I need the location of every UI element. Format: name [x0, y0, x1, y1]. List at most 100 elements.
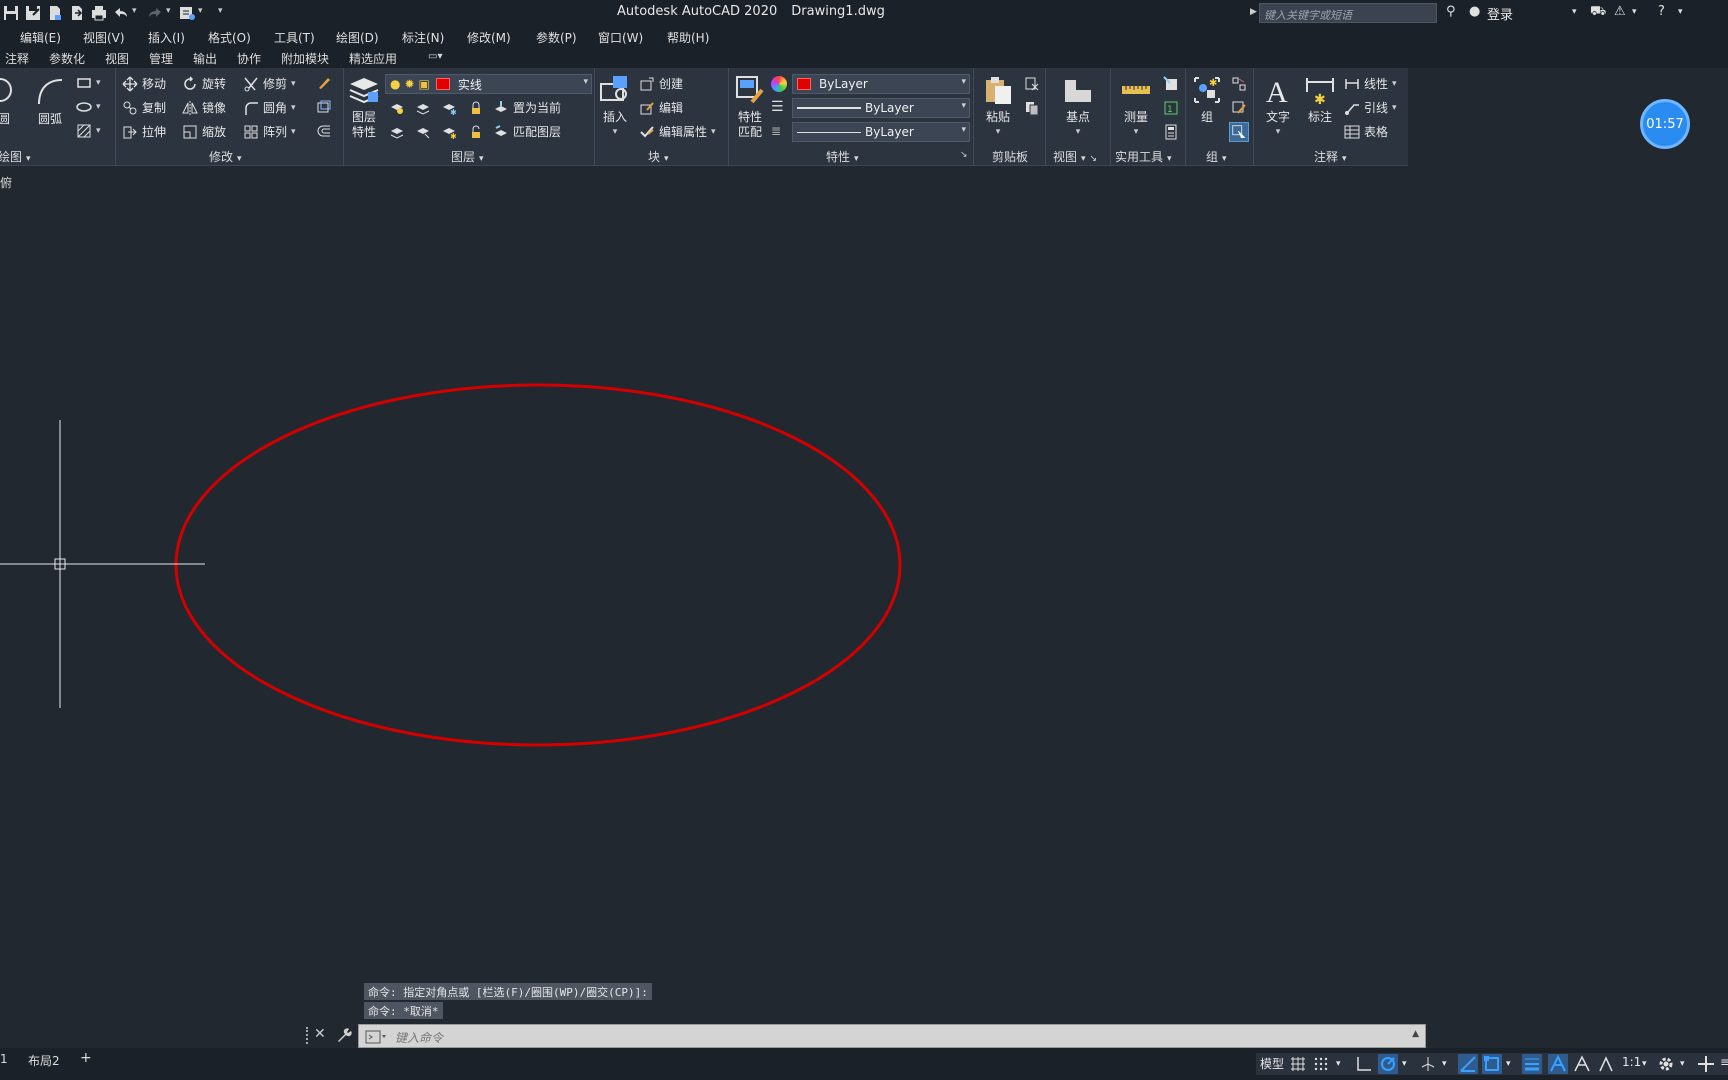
menu-draw[interactable]: 绘图(D) — [336, 29, 379, 46]
lineweight-dropdown[interactable]: ByLayer ▾ — [792, 98, 970, 118]
gear-icon[interactable] — [1656, 1054, 1676, 1074]
layer-isolate-icon[interactable] — [415, 100, 431, 116]
scale-dropdown-icon[interactable]: ▾ — [1642, 1059, 1647, 1069]
undo-dropdown-icon[interactable]: ▾ — [132, 6, 137, 16]
menu-view[interactable]: 视图(V) — [83, 29, 125, 46]
auto-scale-icon[interactable] — [1572, 1054, 1592, 1074]
group-button[interactable]: ✱ 组 — [1190, 74, 1224, 125]
scale-button[interactable]: 缩放 — [182, 123, 226, 140]
redo-dropdown-icon[interactable]: ▾ — [166, 6, 171, 16]
color-wheel-icon[interactable] — [771, 76, 787, 92]
panel-title-annotation[interactable]: 注释 ▾ — [1314, 148, 1347, 165]
tab-view[interactable]: 视图 — [105, 50, 129, 67]
share-icon[interactable]: ⚠ — [1614, 4, 1626, 19]
array-button[interactable]: 阵列 ▾ — [243, 123, 296, 140]
count-icon[interactable]: 1 — [1163, 100, 1179, 116]
layer-freeze-icon[interactable]: ✱ — [441, 100, 457, 116]
search-input[interactable]: 键入关键字或短语 — [1259, 3, 1437, 23]
lineweight-display-icon[interactable] — [1522, 1054, 1542, 1074]
viewport-label[interactable]: 俯 — [0, 174, 12, 191]
layer-on-icon[interactable] — [389, 124, 405, 140]
plot-dropdown-icon[interactable]: ▾ — [198, 6, 203, 16]
gear-dropdown-icon[interactable]: ▾ — [1680, 1059, 1685, 1069]
leader-button[interactable]: 引线 ▾ — [1344, 99, 1397, 116]
plot-icon[interactable] — [178, 4, 196, 22]
annotation-visibility-icon[interactable] — [1548, 1054, 1568, 1074]
layout-tab-layout2[interactable]: 布局2 — [28, 1052, 60, 1069]
move-button[interactable]: 移动 — [122, 75, 166, 92]
tab-overflow-icon[interactable]: ▭▾ — [428, 51, 442, 62]
drawing-canvas[interactable] — [0, 166, 1728, 1040]
login-button[interactable]: 登录 — [1487, 4, 1513, 23]
linear-dimension-button[interactable]: 线性 ▾ — [1344, 75, 1397, 92]
print-icon[interactable] — [90, 4, 108, 22]
snap-dropdown-icon[interactable]: ▾ — [1336, 1059, 1341, 1069]
help-icon[interactable]: ? — [1658, 4, 1665, 19]
panel-title-groups[interactable]: 组 ▾ — [1206, 148, 1227, 165]
table-button[interactable]: 表格 — [1344, 123, 1388, 140]
rectangle-button[interactable]: ▾ — [76, 75, 101, 91]
panel-title-clipboard[interactable]: 剪贴板 — [992, 148, 1028, 165]
polar-dropdown-icon[interactable]: ▾ — [1402, 1059, 1407, 1069]
tab-featured-apps[interactable]: 精选应用 — [349, 50, 397, 67]
binoculars-icon[interactable]: ⚲ — [1446, 4, 1456, 19]
ortho-icon[interactable] — [1354, 1054, 1374, 1074]
wrench-icon[interactable] — [336, 1027, 352, 1043]
ungroup-icon[interactable] — [1231, 76, 1247, 92]
mirror-button[interactable]: 镜像 — [182, 99, 226, 116]
menu-dimension[interactable]: 标注(N) — [402, 29, 444, 46]
panel-title-view[interactable]: 视图 ▾ ↘ — [1053, 148, 1097, 165]
annotation-scale-value[interactable]: 1:1 — [1622, 1055, 1641, 1069]
open-file-icon[interactable] — [46, 4, 64, 22]
model-space-button[interactable]: 模型 — [1260, 1055, 1284, 1072]
panel-title-properties[interactable]: 特性 ▾ — [826, 148, 859, 165]
login-dropdown-icon[interactable]: ▾ — [1572, 7, 1577, 17]
add-layout-button[interactable]: + — [80, 1050, 92, 1066]
erase-button[interactable] — [316, 75, 332, 91]
object-snap-dropdown-icon[interactable]: ▾ — [1506, 1059, 1511, 1069]
chevron-right-icon[interactable]: ▶ — [1250, 7, 1257, 17]
menu-window[interactable]: 窗口(W) — [598, 29, 643, 46]
edit-attributes-button[interactable]: 编辑属性 ▾ — [639, 123, 716, 140]
panel-title-block[interactable]: 块 ▾ — [648, 148, 669, 165]
undo-icon[interactable] — [112, 4, 130, 22]
explode-button[interactable] — [316, 99, 332, 115]
base-point-button[interactable]: 基点 ▾ — [1060, 74, 1096, 140]
calculator-icon[interactable] — [1163, 124, 1179, 140]
save-as-icon[interactable] — [24, 4, 42, 22]
polar-tracking-icon[interactable] — [1378, 1054, 1398, 1074]
menu-parametric[interactable]: 参数(P) — [536, 29, 577, 46]
layer-lock-icon[interactable] — [467, 100, 483, 116]
trim-button[interactable]: 修剪 ▾ — [243, 75, 296, 92]
rotate-button[interactable]: 旋转 — [182, 75, 226, 92]
insert-block-button[interactable]: 插入 ▾ — [598, 74, 632, 140]
panel-title-modify[interactable]: 修改 ▾ — [209, 148, 242, 165]
isodraft-dropdown-icon[interactable]: ▾ — [1442, 1059, 1447, 1069]
redo-icon[interactable] — [146, 4, 164, 22]
hatch-button[interactable]: ▾ — [76, 123, 101, 139]
tab-output[interactable]: 输出 — [193, 50, 217, 67]
share-dropdown-icon[interactable]: ▾ — [1632, 7, 1637, 17]
snap-icon[interactable] — [1312, 1054, 1332, 1074]
layout-tab-layout1[interactable]: 1 — [0, 1052, 8, 1066]
tab-collaborate[interactable]: 协作 — [237, 50, 261, 67]
plus-icon[interactable] — [1696, 1054, 1716, 1074]
offset-button[interactable] — [316, 123, 332, 139]
menu-help[interactable]: 帮助(H) — [667, 29, 709, 46]
tab-parametric[interactable]: 参数化 — [49, 50, 85, 67]
command-prompt-icon[interactable] — [365, 1029, 387, 1044]
menu-edit[interactable]: 编辑(E) — [20, 29, 61, 46]
layer-unlock-icon[interactable] — [467, 124, 483, 140]
object-snap-icon[interactable] — [1482, 1054, 1502, 1074]
match-layer-label[interactable]: 匹配图层 — [513, 123, 561, 140]
cart-icon[interactable]: ⛟ — [1590, 4, 1606, 21]
fillet-button[interactable]: 圆角 ▾ — [243, 99, 296, 116]
tab-annotate[interactable]: 注释 — [5, 50, 29, 67]
properties-launcher-icon[interactable]: ↘ — [960, 150, 968, 160]
ellipse-shape[interactable] — [174, 383, 902, 747]
stretch-button[interactable]: 拉伸 — [122, 123, 166, 140]
help-dropdown-icon[interactable]: ▾ — [1678, 7, 1683, 17]
text-button[interactable]: A 文字 ▾ — [1260, 74, 1296, 140]
ellipse-button[interactable]: ▾ — [76, 99, 101, 115]
drag-handle[interactable] — [306, 1027, 310, 1044]
